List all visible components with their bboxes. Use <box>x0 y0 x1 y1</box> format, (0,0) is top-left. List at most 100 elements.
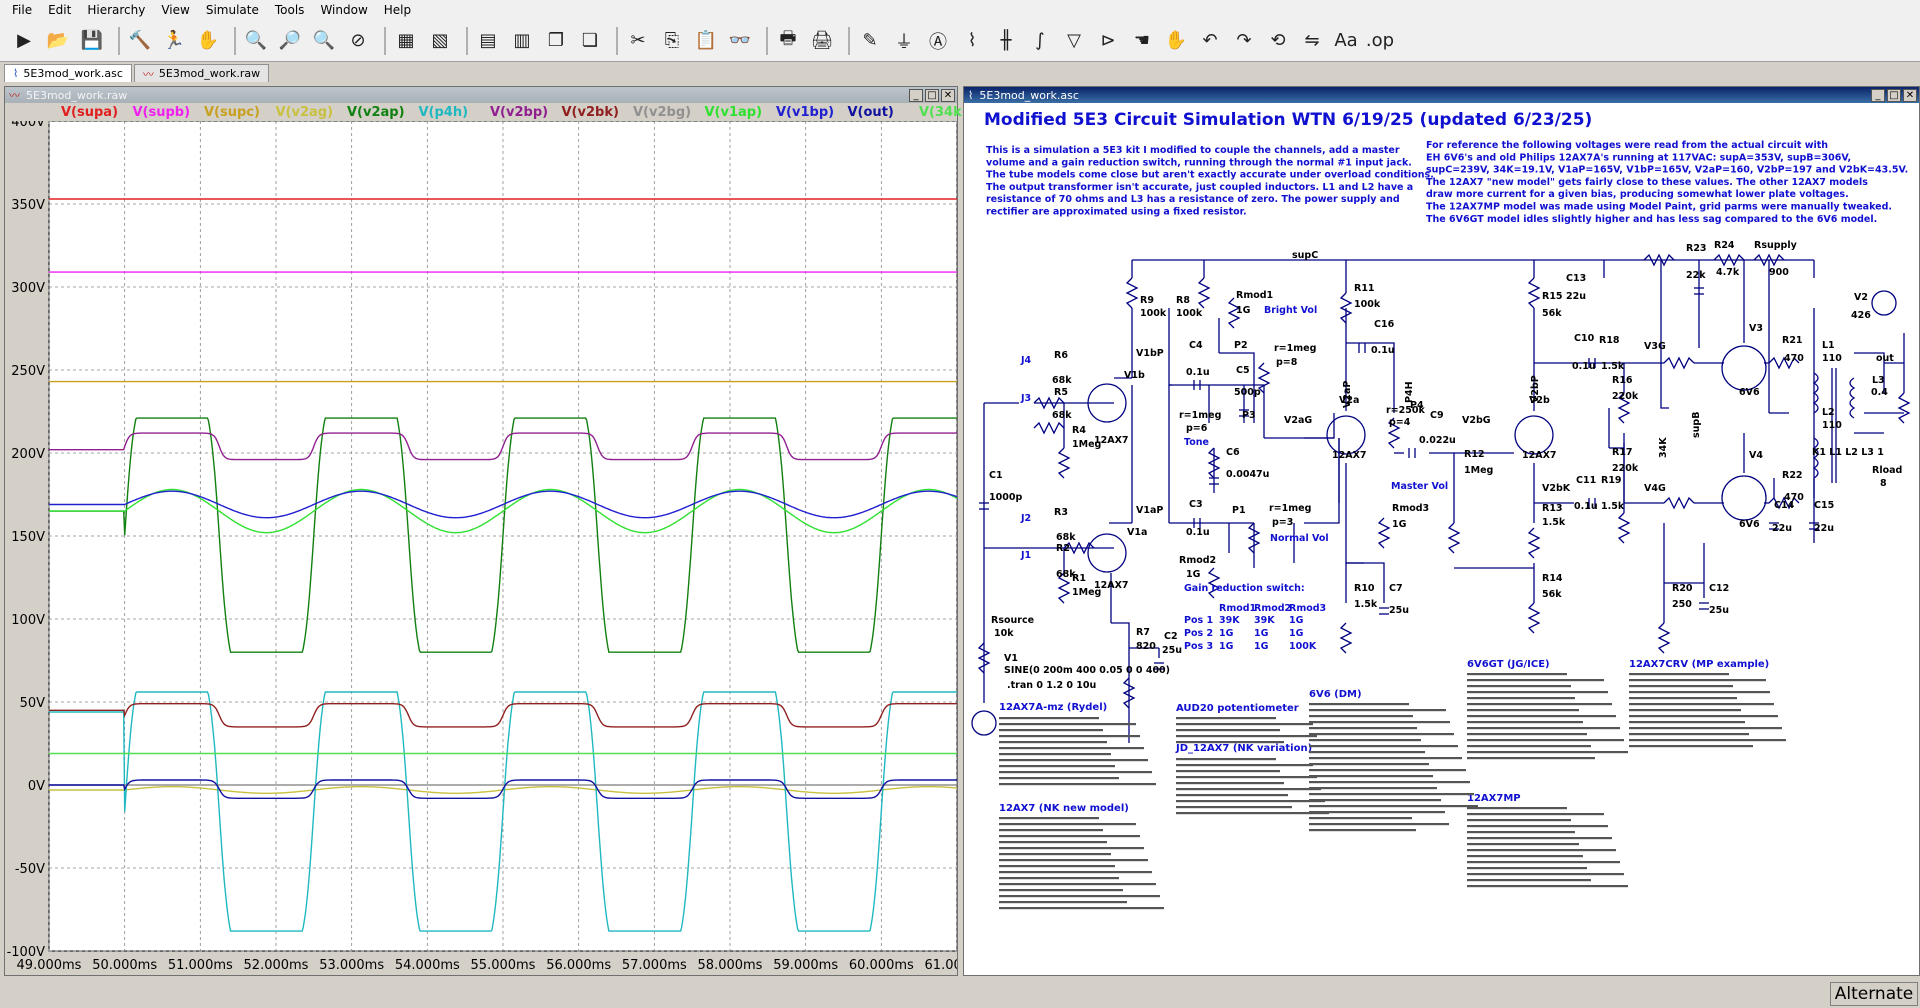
label-rload: Rload <box>1872 465 1902 476</box>
tab-waveform[interactable]: 〰 5E3mod_work.raw <box>133 64 270 82</box>
model-text-line <box>999 829 1103 832</box>
tab-schematic[interactable]: ⌇ 5E3mod_work.asc <box>4 64 132 82</box>
zoom-fit-icon[interactable]: ⊘ <box>344 26 372 56</box>
resistor-icon[interactable]: ⌇ <box>958 26 986 56</box>
tile-horizontal-icon[interactable]: ▥ <box>508 26 536 56</box>
menu-window[interactable]: Window <box>312 3 375 17</box>
label-net-icon[interactable]: Ⓐ <box>924 26 952 56</box>
label-p4: p=4 <box>1389 417 1411 428</box>
model-title-m12ax7: 12AX7 (NK new model) <box>999 803 1129 814</box>
control-panel-icon[interactable]: 🔨 <box>126 26 154 56</box>
menu-edit[interactable]: Edit <box>40 3 79 17</box>
minimize-button[interactable]: _ <box>909 88 923 102</box>
run-icon[interactable]: 🏃 <box>160 26 188 56</box>
label-c1: C1 <box>989 470 1003 481</box>
save-icon[interactable]: 💾 <box>78 26 106 56</box>
label-v6v6b: 6V6 <box>1739 519 1760 530</box>
schematic-titlebar[interactable]: ⌇ 5E3mod_work.asc _ □ ✕ <box>964 87 1919 103</box>
model-text-line <box>1467 673 1567 676</box>
open-icon[interactable]: 📂 <box>44 26 72 56</box>
model-text-line <box>999 823 1136 826</box>
zoom-pan-icon[interactable]: 🔎 <box>276 26 304 56</box>
legend-trace-vv2ap[interactable]: V(v2ap) <box>347 105 405 120</box>
close-button[interactable]: ✕ <box>941 88 955 102</box>
close-all-icon[interactable]: ❏ <box>576 26 604 56</box>
label-c3: C3 <box>1189 499 1203 510</box>
rotate-icon[interactable]: ⟲ <box>1264 26 1292 56</box>
mirror-icon[interactable]: ⇋ <box>1298 26 1326 56</box>
capacitor-icon[interactable]: ╫ <box>992 26 1020 56</box>
label-tran: .tran 0 1.2 0 10u <box>1007 680 1096 691</box>
zoom-in-icon[interactable]: 🔍 <box>242 26 270 56</box>
autorange-icon[interactable]: ▦ <box>392 26 420 56</box>
component-icon[interactable]: ⊳ <box>1094 26 1122 56</box>
model-text-line <box>999 747 1144 750</box>
maximize-button[interactable]: □ <box>925 88 939 102</box>
halt-icon[interactable]: ✋ <box>194 26 222 56</box>
menu-simulate[interactable]: Simulate <box>198 3 267 17</box>
legend-trace-vv2bg[interactable]: V(v2bg) <box>633 105 691 120</box>
legend-trace-vv2bp[interactable]: V(v2bp) <box>490 105 548 120</box>
legend-trace-vout[interactable]: V(out) <box>848 105 894 120</box>
cancel-zoom-icon[interactable]: ▧ <box>426 26 454 56</box>
waveform-window[interactable]: 〰 5E3mod_work.raw _ □ ✕ V(supa) V(supb) V(… <box>4 86 968 976</box>
legend-trace-vv2bk[interactable]: V(v2bk) <box>562 105 619 120</box>
move-icon[interactable]: ☚ <box>1128 26 1156 56</box>
print-setup-icon[interactable]: 🖨 <box>808 26 836 56</box>
label-gainswitch: Gain reduction switch: <box>1184 583 1305 594</box>
close-button[interactable]: ✕ <box>1903 88 1917 102</box>
menu-hierarchy[interactable]: Hierarchy <box>79 3 153 17</box>
schematic-canvas[interactable]: Modified 5E3 Circuit Simulation WTN 6/19… <box>964 103 1919 975</box>
legend-trace-vp4h[interactable]: V(p4h) <box>419 105 469 120</box>
legend-trace-vv2ag[interactable]: V(v2ag) <box>276 105 334 120</box>
legend-trace-vv1bp[interactable]: V(v1bp) <box>776 105 834 120</box>
diode-icon[interactable]: ▽ <box>1060 26 1088 56</box>
model-text-line <box>999 889 1123 892</box>
paste-icon[interactable]: 📋 <box>692 26 720 56</box>
cascade-icon[interactable]: ❐ <box>542 26 570 56</box>
y-tick-label: 350V <box>11 198 45 213</box>
tile-vertical-icon[interactable]: ▤ <box>474 26 502 56</box>
maximize-button[interactable]: □ <box>1887 88 1901 102</box>
drag-icon[interactable]: ✋ <box>1162 26 1190 56</box>
spice-directive-icon[interactable]: .op <box>1366 26 1394 56</box>
waveform-titlebar[interactable]: 〰 5E3mod_work.raw _ □ ✕ <box>5 87 957 103</box>
label-p3: p=3 <box>1272 517 1293 528</box>
draw-wire-icon[interactable]: ✎ <box>856 26 884 56</box>
label-r12: R12 <box>1464 449 1485 460</box>
redo-icon[interactable]: ↷ <box>1230 26 1258 56</box>
label-r17: R17 <box>1612 447 1633 458</box>
zoom-out-icon[interactable]: 🔍 <box>310 26 338 56</box>
menu-help[interactable]: Help <box>376 3 419 17</box>
label-r19: R19 <box>1601 475 1622 486</box>
label-v1: V1 <box>1004 653 1018 664</box>
cut-icon[interactable]: ✂ <box>624 26 652 56</box>
gain-table-header: Rmod3 <box>1289 603 1326 614</box>
model-text-line <box>1467 861 1620 864</box>
menu-tools[interactable]: Tools <box>267 3 313 17</box>
copy-icon[interactable]: ⎘ <box>658 26 686 56</box>
menu-view[interactable]: View <box>153 3 197 17</box>
find-icon[interactable]: 👓 <box>726 26 754 56</box>
schematic-window[interactable]: ⌇ 5E3mod_work.asc _ □ ✕ Modified 5E3 Cir… <box>963 86 1920 976</box>
ground-icon[interactable]: ⏚ <box>890 26 918 56</box>
new-schematic-icon[interactable]: ▶ <box>10 26 38 56</box>
text-icon[interactable]: Aa <box>1332 26 1360 56</box>
model-text-line <box>1309 763 1429 766</box>
legend-trace-v34k[interactable]: V(34k) <box>919 105 968 120</box>
legend-trace-vv1ap[interactable]: V(v1ap) <box>705 105 763 120</box>
label-v2v: 426 <box>1851 310 1871 321</box>
legend-trace-vsupb[interactable]: V(supb) <box>133 105 191 120</box>
waveform-plot[interactable]: 400V350V300V250V200V150V100V50V0V-50V-10… <box>5 121 957 973</box>
minimize-button[interactable]: _ <box>1871 88 1885 102</box>
undo-icon[interactable]: ↶ <box>1196 26 1224 56</box>
label-r11v: 100k <box>1354 299 1381 310</box>
inductor-icon[interactable]: ∫ <box>1026 26 1054 56</box>
legend-trace-vsupa[interactable]: V(supa) <box>61 105 118 120</box>
legend-trace-vsupc[interactable]: V(supc) <box>204 105 260 120</box>
menu-file[interactable]: File <box>4 3 40 17</box>
model-text-line <box>999 723 1136 726</box>
print-icon[interactable]: 🖶 <box>774 26 802 56</box>
label-r3v: 68k <box>1056 532 1076 543</box>
label-c11: C11 <box>1576 475 1596 486</box>
